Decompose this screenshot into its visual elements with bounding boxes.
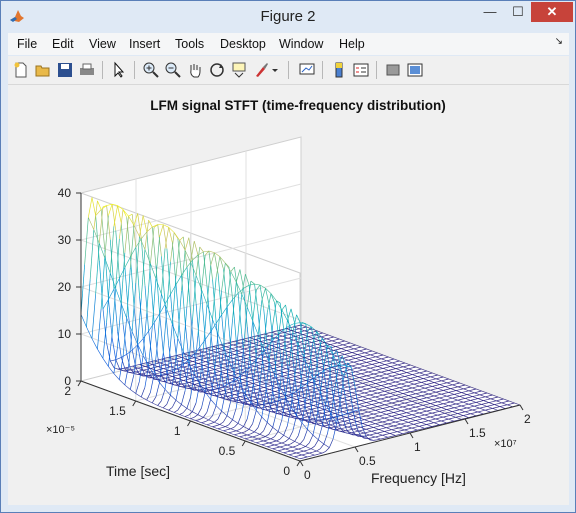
y-tick-label: 1 xyxy=(174,424,181,438)
y-tick xyxy=(77,380,82,387)
z-tick-label: 10 xyxy=(58,327,72,341)
y-tick xyxy=(241,440,246,447)
x-tick xyxy=(409,432,414,439)
x-tick xyxy=(354,446,359,453)
figure-window: Figure 2 — ☐ ✕ File Edit View Insert Too… xyxy=(0,0,576,513)
z-tick-label: 0 xyxy=(64,374,71,388)
y-tick-label: 0.5 xyxy=(219,444,236,458)
stft-mesh-chart[interactable]: LFM signal STFT (time-frequency distribu… xyxy=(8,85,569,505)
menu-view[interactable]: View xyxy=(89,37,116,51)
menu-tools[interactable]: Tools xyxy=(175,37,204,51)
x-tick-label: 2 xyxy=(524,412,531,426)
colorbar-icon[interactable] xyxy=(330,61,348,79)
x-tick-label: 0.5 xyxy=(359,454,376,468)
y-axis-label: Time [sec] xyxy=(106,463,170,479)
y-tick-label: 1.5 xyxy=(109,404,126,418)
link-plot-icon[interactable] xyxy=(298,61,316,79)
pan-hand-icon[interactable] xyxy=(186,61,204,79)
z-tick-label: 30 xyxy=(58,233,72,247)
y-tick xyxy=(132,400,137,407)
zoom-in-icon[interactable] xyxy=(142,61,160,79)
toolbar-separator xyxy=(322,61,323,79)
brush-dropdown-icon[interactable] xyxy=(270,61,280,79)
x-tick xyxy=(464,418,469,425)
legend-icon[interactable] xyxy=(352,61,370,79)
menu-insert[interactable]: Insert xyxy=(129,37,160,51)
rotate-3d-icon[interactable] xyxy=(208,61,226,79)
brush-icon[interactable] xyxy=(252,61,270,79)
menu-desktop[interactable]: Desktop xyxy=(220,37,266,51)
x-tick xyxy=(299,460,304,467)
open-file-icon[interactable] xyxy=(34,61,52,79)
maximize-button[interactable]: ☐ xyxy=(505,2,531,22)
x-tick xyxy=(519,404,524,411)
print-icon[interactable] xyxy=(78,61,96,79)
edit-plot-arrow-icon[interactable] xyxy=(110,61,128,79)
menu-file[interactable]: File xyxy=(17,37,37,51)
y-tick xyxy=(296,460,301,467)
x-tick-label: 1.5 xyxy=(469,426,486,440)
y-tick xyxy=(187,420,191,427)
new-figure-icon[interactable] xyxy=(12,61,30,79)
menu-window[interactable]: Window xyxy=(279,37,323,51)
z-tick-label: 20 xyxy=(58,280,72,294)
mesh-line xyxy=(305,323,312,327)
menu-bar: File Edit View Insert Tools Desktop Wind… xyxy=(8,33,569,55)
toolbar-separator xyxy=(288,61,289,79)
title-bar[interactable]: Figure 2 — ☐ ✕ xyxy=(1,1,575,32)
menu-help[interactable]: Help xyxy=(339,37,365,51)
x-exponent-label: ×10⁷ xyxy=(494,438,517,450)
z-tick-label: 40 xyxy=(58,186,72,200)
chart-title: LFM signal STFT (time-frequency distribu… xyxy=(150,98,446,113)
y-exponent-label: ×10⁻⁵ xyxy=(46,424,75,436)
save-icon[interactable] xyxy=(56,61,74,79)
toolbar-separator xyxy=(102,61,103,79)
dock-arrow-icon[interactable]: ↘ xyxy=(555,36,563,47)
x-tick-label: 1 xyxy=(414,440,421,454)
figure-toolbar xyxy=(8,56,569,85)
close-button[interactable]: ✕ xyxy=(531,2,573,22)
x-tick-label: 0 xyxy=(304,468,311,482)
menu-edit[interactable]: Edit xyxy=(52,37,74,51)
data-cursor-icon[interactable] xyxy=(230,61,248,79)
hide-plot-tools-icon[interactable] xyxy=(384,61,402,79)
y-tick-label: 0 xyxy=(283,464,290,478)
minimize-button[interactable]: — xyxy=(477,2,503,22)
show-plot-tools-icon[interactable] xyxy=(406,61,424,79)
toolbar-separator xyxy=(134,61,135,79)
plot-area: LFM signal STFT (time-frequency distribu… xyxy=(8,85,569,505)
toolbar-separator xyxy=(376,61,377,79)
zoom-out-icon[interactable] xyxy=(164,61,182,79)
x-axis-label: Frequency [Hz] xyxy=(371,470,466,486)
